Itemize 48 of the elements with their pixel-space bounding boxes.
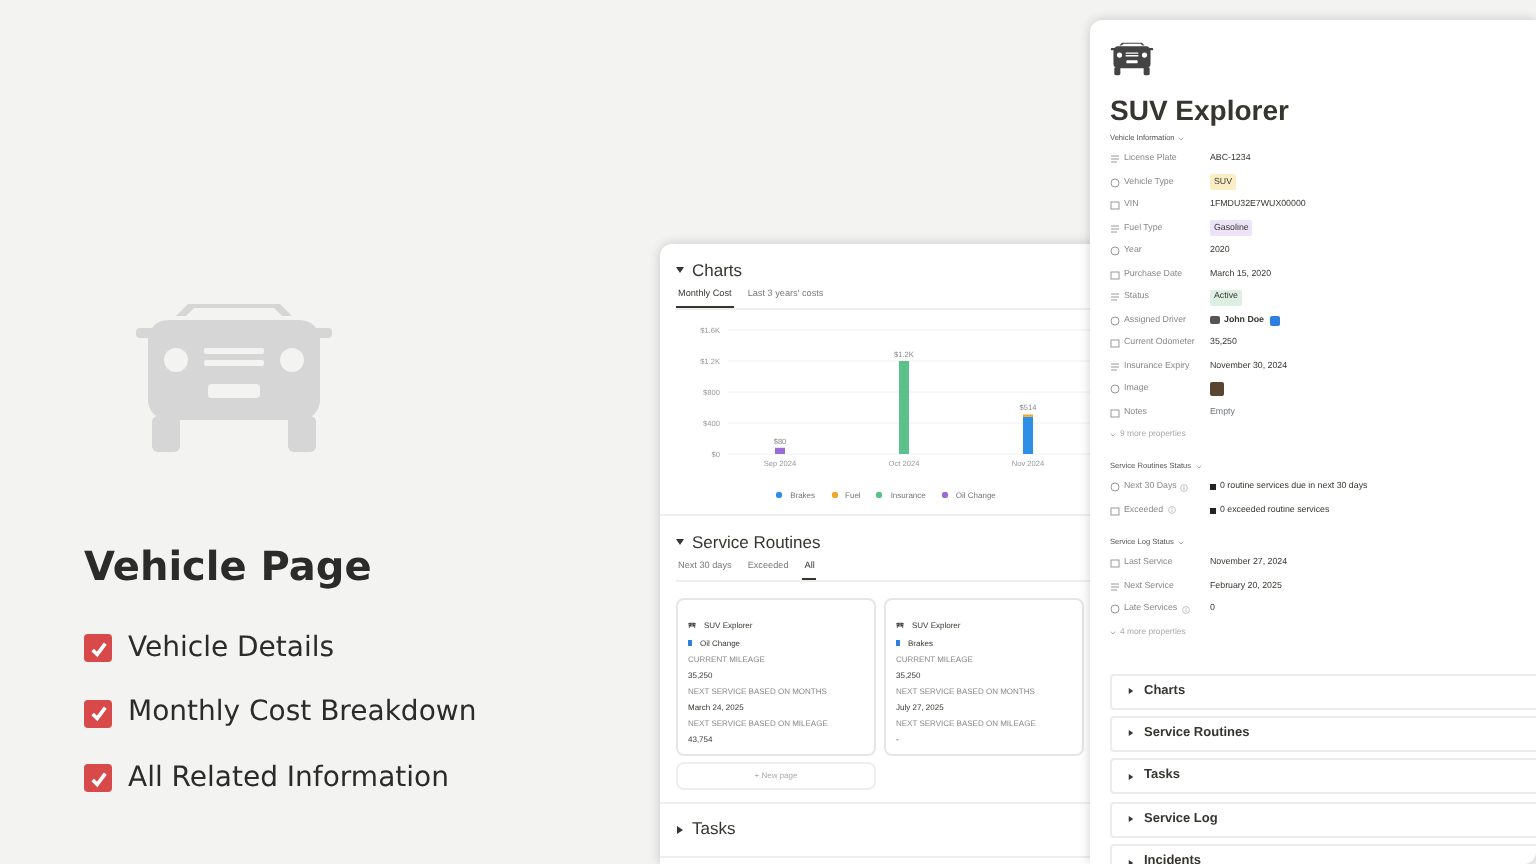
property-icon <box>1110 482 1120 493</box>
property-icon <box>1110 407 1120 418</box>
feature-label: Monthly Cost Breakdown <box>128 694 477 733</box>
toggle-icon[interactable] <box>676 825 684 834</box>
property-icon <box>1110 177 1120 188</box>
bullet-icon <box>1210 484 1216 491</box>
chevron-icon[interactable] <box>1110 432 1116 438</box>
chevron-icon[interactable] <box>1110 629 1116 635</box>
property-icon <box>1110 315 1120 326</box>
property-icon <box>1110 505 1120 516</box>
feature-label: All Related Information <box>128 759 449 798</box>
toggle-icon[interactable] <box>676 537 684 546</box>
legend-swatch <box>776 492 783 499</box>
property-icon <box>1110 246 1120 257</box>
bar <box>775 447 785 454</box>
legend-swatch <box>941 492 948 499</box>
legend-swatch <box>876 492 883 499</box>
property-icon <box>1110 604 1120 615</box>
toggle-icon[interactable] <box>676 266 684 274</box>
bar <box>899 360 909 454</box>
page-title: SUV Explorer <box>1110 92 1291 128</box>
section-heading: Service Routines <box>692 529 821 555</box>
property-icon <box>1110 200 1120 211</box>
property-icon <box>1110 581 1120 592</box>
car-icon <box>1110 42 1154 77</box>
property-icon <box>1110 154 1120 165</box>
legend-swatch <box>831 492 838 499</box>
feature-label: Vehicle Details <box>128 629 335 668</box>
section-heading: Tasks <box>692 816 736 843</box>
bullet-icon <box>1210 507 1216 514</box>
property-icon <box>1110 223 1120 234</box>
chevron-icon[interactable] <box>1178 136 1185 142</box>
property-icon <box>1110 558 1120 569</box>
car-icon <box>896 621 904 628</box>
section-heading: Charts <box>692 257 743 283</box>
property-icon <box>1110 269 1120 280</box>
car-icon <box>688 621 696 628</box>
property-icon <box>1110 361 1120 372</box>
chevron-icon[interactable] <box>1195 464 1202 470</box>
property-icon <box>1110 384 1120 395</box>
property-icon <box>1110 292 1120 303</box>
chevron-icon[interactable] <box>1177 540 1184 546</box>
car-icon <box>132 300 336 456</box>
checkbox-icon <box>1270 315 1281 326</box>
avatar-icon <box>1210 316 1220 325</box>
image-thumbnail <box>1210 382 1224 397</box>
property-icon <box>1110 338 1120 349</box>
heading: Vehicle Page <box>84 540 374 594</box>
